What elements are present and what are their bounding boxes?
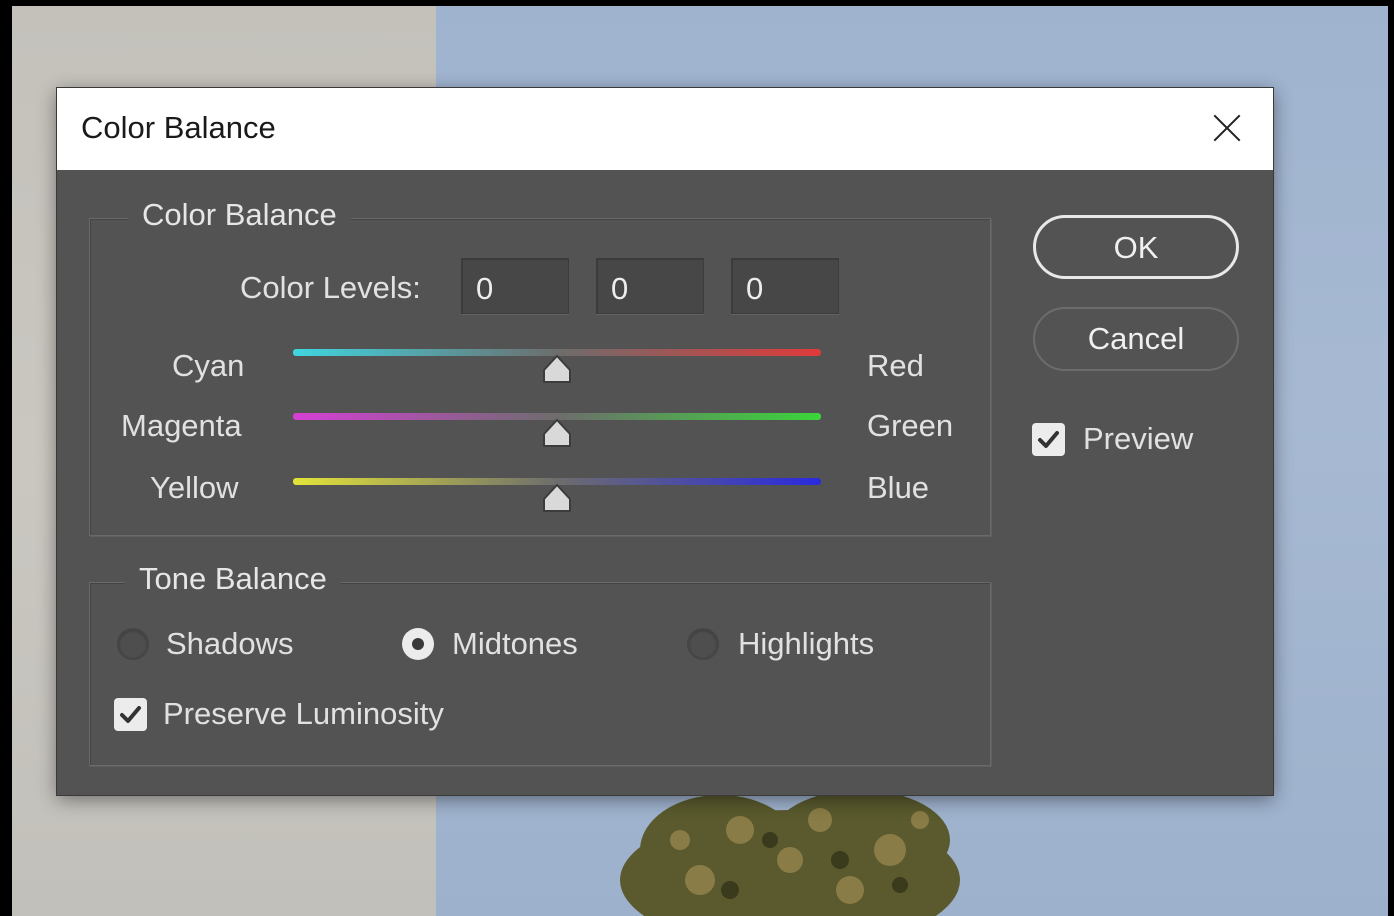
slider-label-green: Green [867, 408, 954, 443]
shadows-label[interactable]: Shadows [166, 626, 294, 662]
dialog-titlebar: Color Balance [57, 88, 1273, 170]
yellow-blue-slider-thumb[interactable] [541, 483, 573, 513]
highlights-label[interactable]: Highlights [738, 626, 874, 662]
slider-label-blue: Blue [867, 470, 930, 505]
color-balance-dialog: Color Balance Color Balance Color Levels… [57, 88, 1273, 795]
preview-checkbox[interactable] [1032, 423, 1065, 456]
tone-balance-group: Tone Balance [89, 561, 991, 766]
color-level-cyan-red-input[interactable]: 0 [461, 258, 569, 314]
close-icon[interactable] [1207, 108, 1247, 148]
color-level-yellow-blue-input[interactable]: 0 [731, 258, 839, 314]
midtones-label[interactable]: Midtones [452, 626, 578, 662]
tone-balance-legend: Tone Balance [125, 561, 341, 597]
checkmark-icon [1038, 431, 1059, 448]
shadows-radio[interactable] [117, 628, 149, 660]
slider-label-magenta: Magenta [121, 408, 242, 443]
ok-button[interactable]: OK [1033, 215, 1239, 279]
slider-label-red: Red [867, 348, 924, 383]
cyan-red-slider-thumb[interactable] [541, 354, 573, 384]
highlights-radio[interactable] [687, 628, 719, 660]
cancel-button[interactable]: Cancel [1033, 307, 1239, 371]
midtones-radio[interactable] [402, 628, 434, 660]
color-balance-legend: Color Balance [128, 197, 351, 233]
checkmark-icon [120, 706, 141, 723]
background-tree [620, 790, 960, 916]
slider-label-cyan: Cyan [172, 348, 245, 383]
preview-label[interactable]: Preview [1083, 421, 1193, 457]
slider-label-yellow: Yellow [150, 470, 239, 505]
color-levels-label: Color Levels: [240, 270, 421, 305]
preserve-luminosity-checkbox[interactable] [114, 698, 147, 731]
preserve-luminosity-label[interactable]: Preserve Luminosity [163, 696, 444, 732]
magenta-green-slider-thumb[interactable] [541, 418, 573, 448]
color-level-magenta-green-input[interactable]: 0 [596, 258, 704, 314]
dialog-title: Color Balance [81, 110, 276, 145]
